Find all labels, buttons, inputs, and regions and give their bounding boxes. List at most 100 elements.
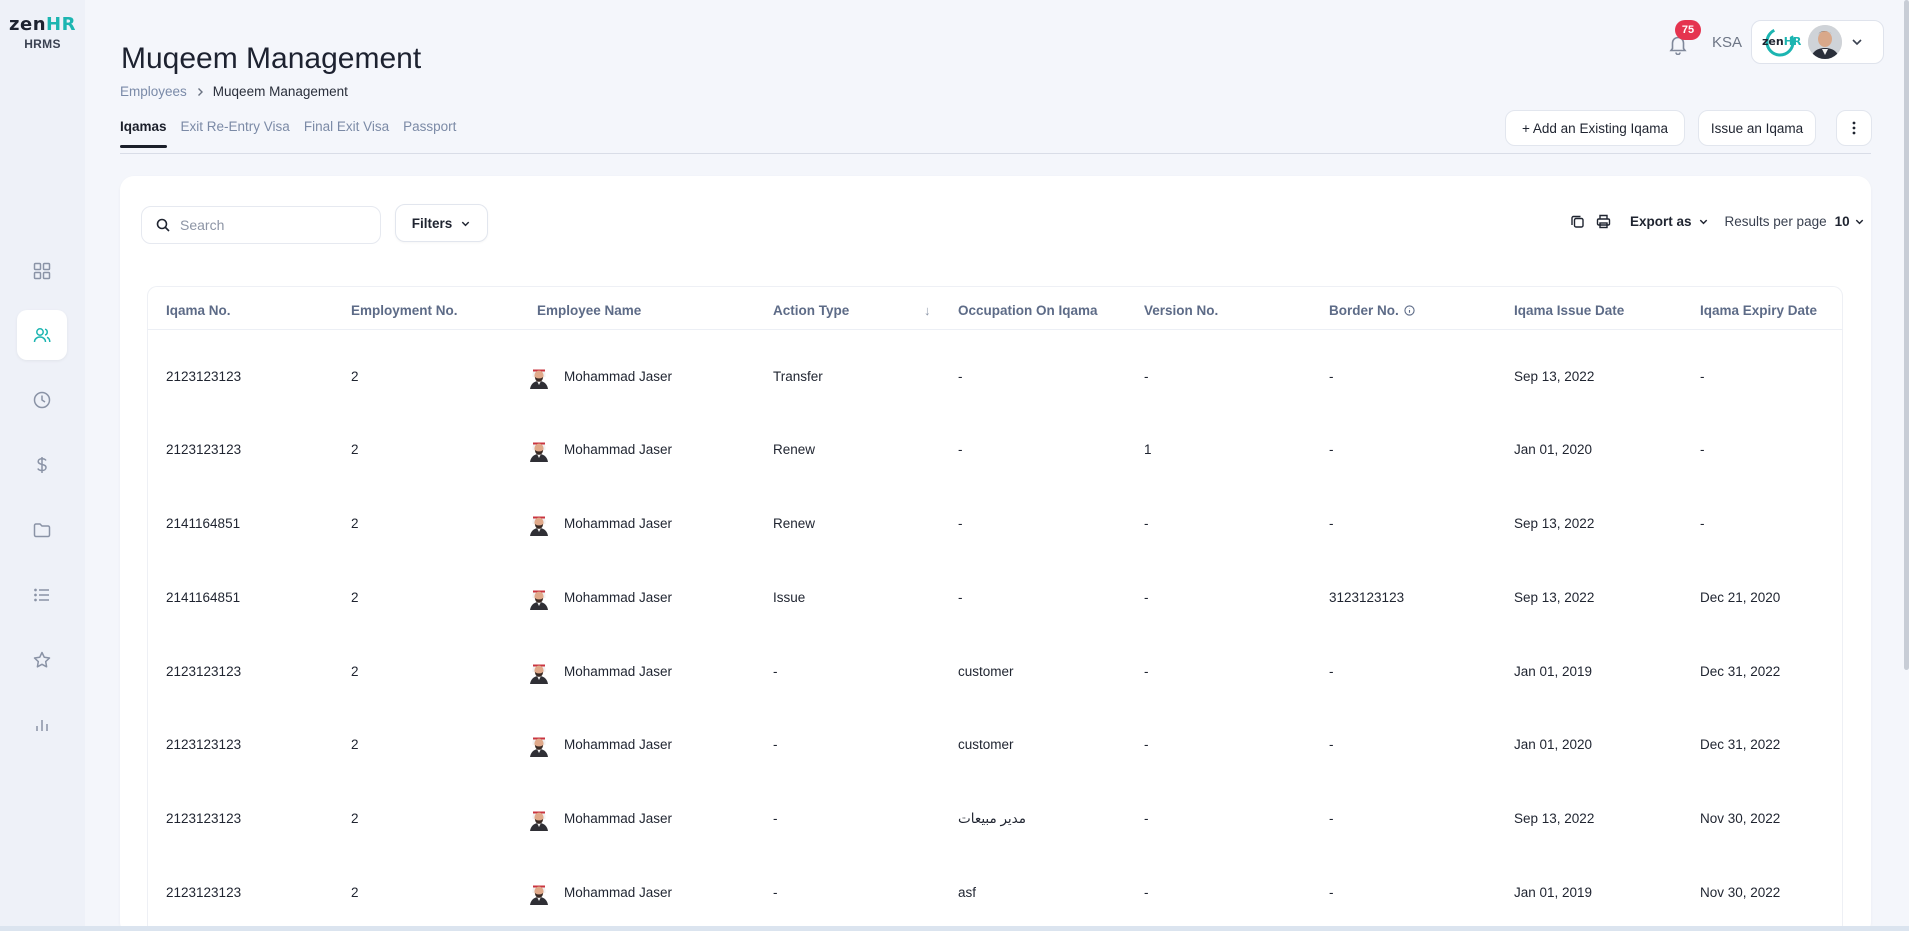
employee-avatar [525,509,553,537]
add-existing-iqama-button[interactable]: + Add an Existing Iqama [1505,110,1685,146]
cell-employee-name[interactable]: Mohammad Jaser [525,878,672,906]
column-header-issue-date[interactable]: Iqama Issue Date [1514,303,1624,318]
user-avatar [1808,25,1842,59]
sidebar-item-documents[interactable] [17,505,67,555]
cell-employment-no: 2 [351,590,359,605]
sidebar-item-lists[interactable] [17,570,67,620]
cell-version-no: - [1144,885,1149,900]
company-logo-accent: HR [1783,35,1802,48]
cell-expiry-date: Dec 31, 2022 [1700,664,1781,679]
column-header-version-no[interactable]: Version No. [1144,303,1218,318]
breadcrumb: Employees Muqeem Management [120,84,348,99]
cell-border-no: - [1329,442,1334,457]
search-input[interactable] [180,217,360,233]
users-icon [33,328,51,343]
cell-expiry-date: - [1700,516,1705,531]
breadcrumb-employees[interactable]: Employees [120,84,187,99]
page-scrollbar[interactable] [1904,0,1909,670]
column-header-occupation[interactable]: Occupation On Iqama [958,303,1098,318]
folder-icon [33,523,51,538]
employee-name: Mohammad Jaser [564,368,673,384]
employee-name: Mohammad Jaser [564,441,673,457]
company-logo-main: zen [1762,35,1784,48]
tab-exit-re-entry-visa[interactable]: Exit Re-Entry Visa [181,119,290,148]
cell-border-no: - [1329,737,1334,752]
country-selector[interactable]: KSA [1712,34,1742,51]
cell-version-no: - [1144,811,1149,826]
cell-issue-date: Jan 01, 2019 [1514,885,1593,900]
logo-subtitle: HRMS [24,37,61,51]
add-existing-iqama-label: + Add an Existing Iqama [1522,120,1668,136]
company-logo: zenHR [1760,27,1802,57]
column-header-expiry-date[interactable]: Iqama Expiry Date [1700,303,1817,318]
cell-employee-name[interactable]: Mohammad Jaser [525,583,672,611]
sidebar-item-attendance[interactable] [17,375,67,425]
cell-action-type: Renew [773,442,816,457]
sidebar-item-performance[interactable] [17,635,67,685]
cell-issue-date: Sep 13, 2022 [1514,369,1595,384]
cell-issue-date: Sep 13, 2022 [1514,516,1595,531]
sidebar-item-payroll[interactable] [17,440,67,490]
filters-button[interactable]: Filters [395,204,488,242]
cell-version-no: - [1144,664,1149,679]
breadcrumb-current: Muqeem Management [212,84,348,99]
column-header-iqama-no[interactable]: Iqama No. [166,303,231,318]
tab-final-exit-visa[interactable]: Final Exit Visa [304,119,389,148]
tab-iqamas[interactable]: Iqamas [120,119,167,148]
page-title: Muqeem Management [121,42,422,75]
cell-iqama-no: 2123123123 [166,811,242,826]
column-header-border-no[interactable]: Border No. [1329,303,1415,318]
cell-occupation: customer [958,737,1014,752]
cell-iqama-no: 2123123123 [166,442,242,457]
employee-name: Mohammad Jaser [564,884,673,900]
print-button[interactable] [1594,212,1612,230]
cell-employment-no: 2 [351,811,359,826]
cell-employment-no: 2 [351,442,359,457]
cell-expiry-date: - [1700,442,1705,457]
cell-expiry-date: Nov 30, 2022 [1700,885,1781,900]
cell-action-type: Issue [773,590,806,605]
cell-employee-name[interactable]: Mohammad Jaser [525,435,672,463]
column-header-employee-name[interactable]: Employee Name [537,303,641,318]
cell-employee-name[interactable]: Mohammad Jaser [525,362,672,390]
copy-button[interactable] [1568,212,1586,230]
tab-passport[interactable]: Passport [403,119,456,148]
results-per-page-select[interactable]: 10 [1835,214,1865,229]
issue-iqama-button[interactable]: Issue an Iqama [1698,110,1816,146]
app-logo[interactable]: zenHR HRMS [0,14,85,51]
issue-iqama-label: Issue an Iqama [1710,120,1804,136]
employee-name: Mohammad Jaser [564,589,673,605]
search-box[interactable] [141,206,381,244]
list-icon [34,588,49,602]
cell-action-type: - [773,885,778,900]
cell-version-no: - [1144,369,1149,384]
export-label: Export as [1630,213,1692,229]
cell-employment-no: 2 [351,516,359,531]
sidebar-item-reports[interactable] [17,700,67,750]
cell-employment-no: 2 [351,737,359,752]
cell-employee-name[interactable]: Mohammad Jaser [525,657,672,685]
cell-employment-no: 2 [351,369,359,384]
cell-issue-date: Sep 13, 2022 [1514,811,1595,826]
more-options-button[interactable] [1836,110,1872,146]
notifications-badge: 75 [1675,20,1701,40]
sidebar-item-employees[interactable] [17,310,67,360]
export-dropdown[interactable]: Export as [1630,214,1709,229]
column-header-employment-no[interactable]: Employment No. [351,303,458,318]
cell-occupation: - [958,516,963,531]
cell-employee-name[interactable]: Mohammad Jaser [525,509,672,537]
cell-employee-name[interactable]: Mohammad Jaser [525,730,672,758]
cell-version-no: - [1144,590,1149,605]
cell-employee-name[interactable]: Mohammad Jaser [525,804,672,832]
cell-action-type: - [773,664,778,679]
sidebar-item-dashboard[interactable] [17,246,67,296]
profile-menu[interactable]: zenHR [1751,20,1884,64]
info-icon[interactable] [1404,305,1415,316]
results-per-page-value: 10 [1834,213,1850,229]
cell-occupation: مدير مبيعات [958,811,1026,826]
employee-name: Mohammad Jaser [564,663,673,679]
sort-arrow-icon[interactable]: ↓ [924,303,931,318]
sidebar: zenHR HRMS [0,0,85,931]
column-header-action-type[interactable]: Action Type [773,303,849,318]
cell-iqama-no: 2123123123 [166,737,242,752]
